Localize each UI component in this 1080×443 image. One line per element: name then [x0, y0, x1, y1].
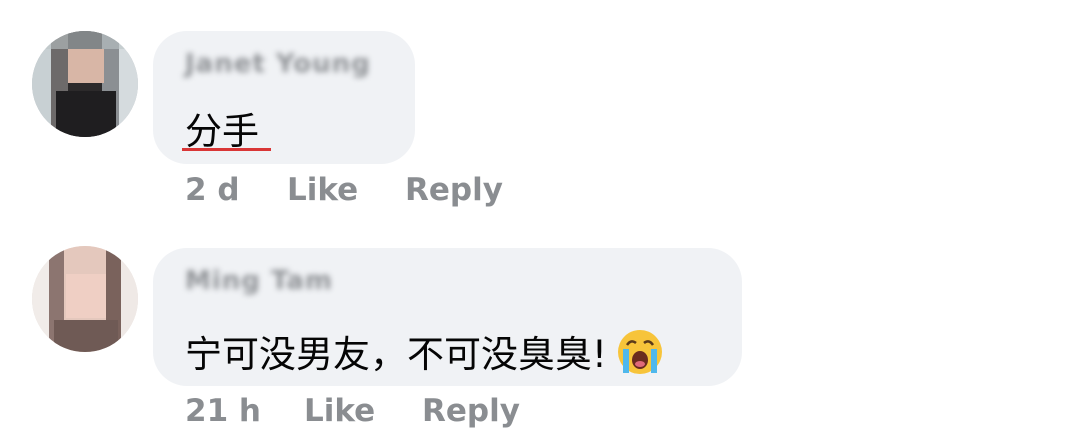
comment-text-content: 宁可没男友，不可没臭臭! — [185, 333, 607, 376]
comment-text: 分手 — [185, 110, 259, 153]
crying-face-icon — [615, 327, 665, 386]
like-button[interactable]: Like — [287, 172, 358, 208]
avatar[interactable] — [32, 246, 138, 352]
reply-button[interactable]: Reply — [405, 172, 503, 208]
author-name[interactable]: Janet Young — [185, 49, 371, 79]
comment-text: 宁可没男友，不可没臭臭! — [185, 324, 665, 386]
comment-bubble: Ming Tam 宁可没男友，不可没臭臭! — [153, 248, 742, 386]
reply-button[interactable]: Reply — [422, 393, 520, 429]
comment-bubble: Janet Young 分手 — [153, 31, 415, 164]
timestamp[interactable]: 21 h — [185, 393, 261, 429]
avatar[interactable] — [32, 31, 138, 137]
author-name[interactable]: Ming Tam — [185, 266, 333, 296]
spellcheck-underline — [182, 148, 271, 151]
timestamp[interactable]: 2 d — [185, 172, 240, 208]
like-button[interactable]: Like — [304, 393, 375, 429]
